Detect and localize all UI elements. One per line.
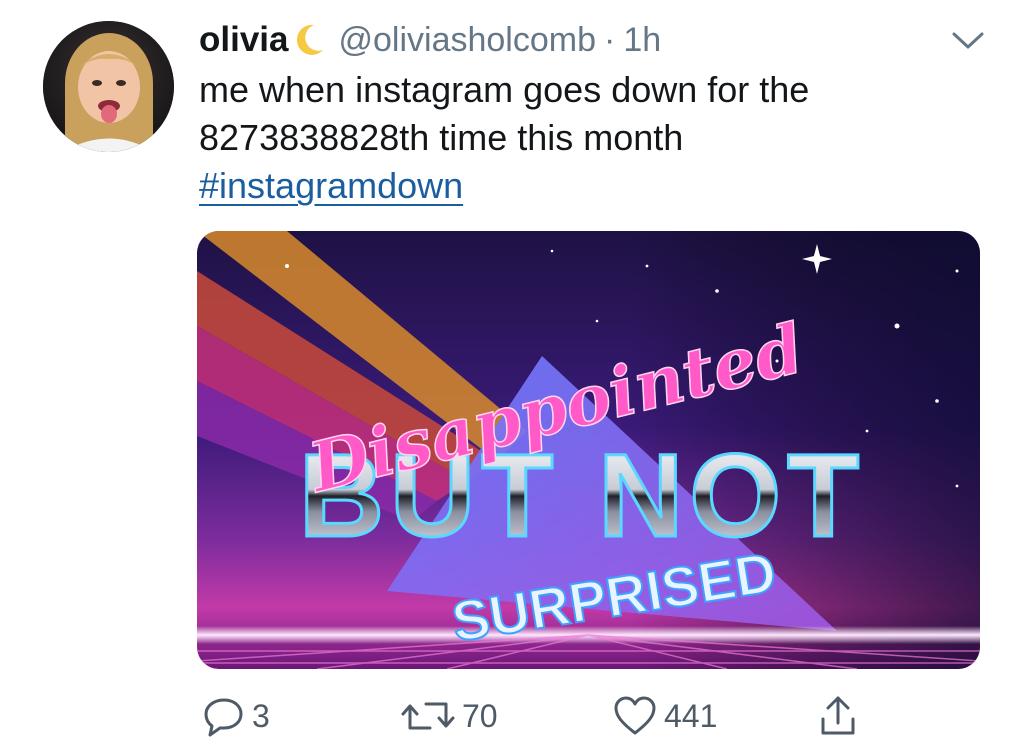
retweet-icon — [401, 702, 455, 730]
user-handle[interactable]: @oliviasholcomb — [338, 21, 596, 60]
timestamp[interactable]: 1h — [623, 21, 661, 60]
heart-icon — [614, 696, 656, 735]
like-count: 441 — [664, 697, 718, 734]
hashtag-link[interactable]: #instagramdown — [199, 165, 463, 206]
tweet-image[interactable]: BUT NOT Disappointed SURPRISED — [197, 231, 980, 669]
reply-count: 3 — [252, 697, 270, 734]
display-name[interactable]: olivia — [199, 20, 288, 60]
tweet-text-line: 8273838828th time this month — [199, 117, 684, 158]
share-icon — [821, 696, 855, 735]
avatar[interactable] — [43, 21, 174, 152]
share-button[interactable] — [818, 688, 858, 744]
chevron-down-icon[interactable] — [948, 26, 988, 54]
retweet-count: 70 — [462, 697, 498, 734]
crescent-moon-icon — [292, 22, 326, 58]
tweet-text-line: me when instagram goes down for the — [199, 69, 810, 110]
separator-dot: · — [604, 20, 616, 59]
retweet-button[interactable]: 70 — [400, 688, 498, 744]
like-button[interactable]: 441 — [612, 688, 717, 744]
tweet-text: me when instagram goes down for the 8273… — [199, 66, 959, 210]
tweet-header: olivia @oliviasholcomb · 1h — [199, 16, 661, 64]
tweet-action-bar: 3 70 441 — [0, 688, 1024, 744]
reply-icon — [204, 698, 243, 737]
tweet: olivia @oliviasholcomb · 1h me when inst… — [0, 0, 1024, 747]
reply-button[interactable]: 3 — [202, 688, 270, 744]
